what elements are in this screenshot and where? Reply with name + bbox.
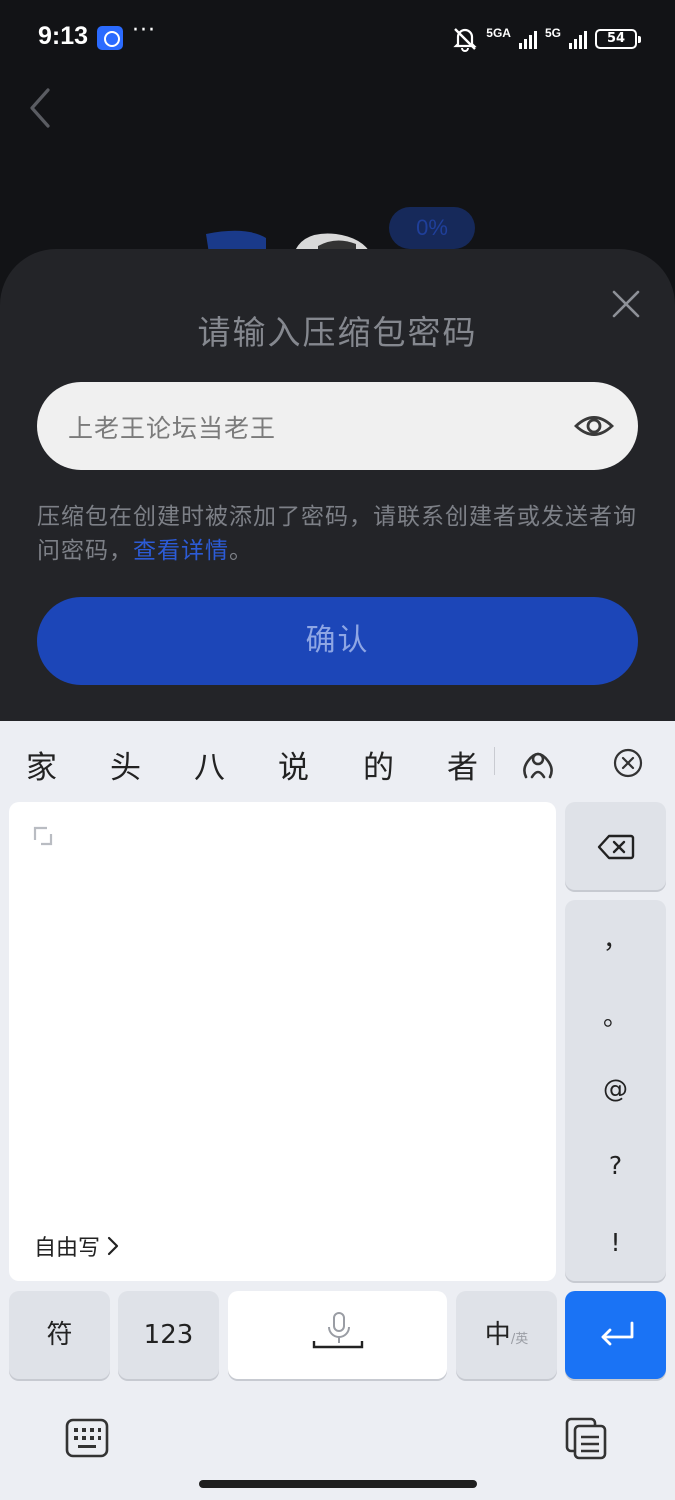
password-field[interactable]: 上老王论坛当老王: [37, 382, 638, 470]
space-key[interactable]: [228, 1291, 447, 1379]
clipboard-icon[interactable]: [563, 1415, 609, 1461]
punctuation-panel: ， 。 @ ? !: [565, 900, 666, 1281]
silent-bell-icon: [453, 28, 477, 52]
signal-bars-1-icon: [518, 29, 537, 49]
collapse-candidates-icon[interactable]: [612, 747, 644, 779]
candidate-word[interactable]: 家: [26, 742, 57, 787]
free-write-label: 自由写: [34, 1236, 101, 1261]
punct-key[interactable]: ?: [565, 1151, 666, 1180]
keyboard-icon[interactable]: [65, 1418, 109, 1458]
candidate-word[interactable]: 八: [194, 742, 225, 787]
language-switch-key[interactable]: 中/英: [456, 1291, 557, 1379]
extract-progress-badge: 0%: [389, 207, 475, 249]
numbers-key[interactable]: 123: [118, 1291, 219, 1379]
language-sub-label: /英: [510, 1332, 529, 1347]
chevron-right-icon: [107, 1236, 119, 1256]
punct-key[interactable]: ，: [565, 920, 666, 956]
space-bar-icon: [312, 1341, 364, 1349]
hint-end: 。: [229, 538, 253, 564]
input-method-keyboard: 家 头 八 说 的 者 自由写 ， 。 @ ? ! 符 123 中/英: [0, 721, 675, 1500]
free-write-toggle[interactable]: 自由写: [34, 1230, 120, 1262]
app-notification-icon: [97, 26, 123, 50]
candidate-word[interactable]: 说: [278, 742, 309, 787]
status-time: 9:13: [38, 22, 89, 50]
candidate-word[interactable]: 头: [110, 742, 141, 787]
candidate-divider: [494, 747, 495, 775]
close-icon[interactable]: [610, 288, 642, 320]
dialog-title: 请输入压缩包密码: [197, 313, 478, 352]
symbols-key[interactable]: 符: [9, 1291, 110, 1379]
more-notifications-icon: ···: [132, 18, 156, 43]
enter-key[interactable]: [565, 1291, 666, 1379]
handwriting-mode-icon[interactable]: [518, 743, 558, 781]
handwriting-pad[interactable]: 自由写: [9, 802, 556, 1281]
keyboard-bottom-row: 符 123 中/英: [0, 1291, 675, 1379]
status-bar: 9:13 ··· 5GA 5G 54: [0, 0, 675, 78]
language-main-label: 中: [484, 1320, 511, 1350]
enter-icon: [601, 1321, 634, 1346]
punct-key[interactable]: @: [565, 1074, 666, 1103]
eye-icon[interactable]: [574, 409, 614, 443]
home-indicator[interactable]: [199, 1480, 477, 1488]
backspace-icon: [597, 834, 635, 860]
status-indicators: 5GA 5G 54: [452, 25, 641, 53]
candidate-word[interactable]: 者: [447, 742, 478, 787]
view-details-link[interactable]: 查看详情: [133, 538, 229, 564]
password-value: 上老王论坛当老王: [68, 414, 277, 443]
delete-key[interactable]: [565, 802, 666, 890]
battery-indicator: 54: [595, 29, 641, 49]
confirm-button[interactable]: 确认: [37, 597, 638, 685]
candidate-bar: 家 头 八 说 的 者: [0, 721, 675, 801]
hint-text: 压缩包在创建时被添加了密码，请联系创建者或发送者询问密码，: [37, 504, 637, 564]
password-hint: 压缩包在创建时被添加了密码，请联系创建者或发送者询问密码，查看详情。: [37, 500, 637, 568]
network-type-2: 5G: [544, 26, 561, 40]
punct-key[interactable]: 。: [565, 997, 666, 1033]
back-arrow-icon[interactable]: [26, 86, 58, 130]
network-type-1: 5GA: [486, 26, 511, 40]
expand-corner-icon[interactable]: [33, 826, 53, 846]
punct-key[interactable]: !: [565, 1228, 666, 1257]
signal-bars-2-icon: [569, 29, 587, 49]
candidate-word[interactable]: 的: [363, 742, 394, 787]
